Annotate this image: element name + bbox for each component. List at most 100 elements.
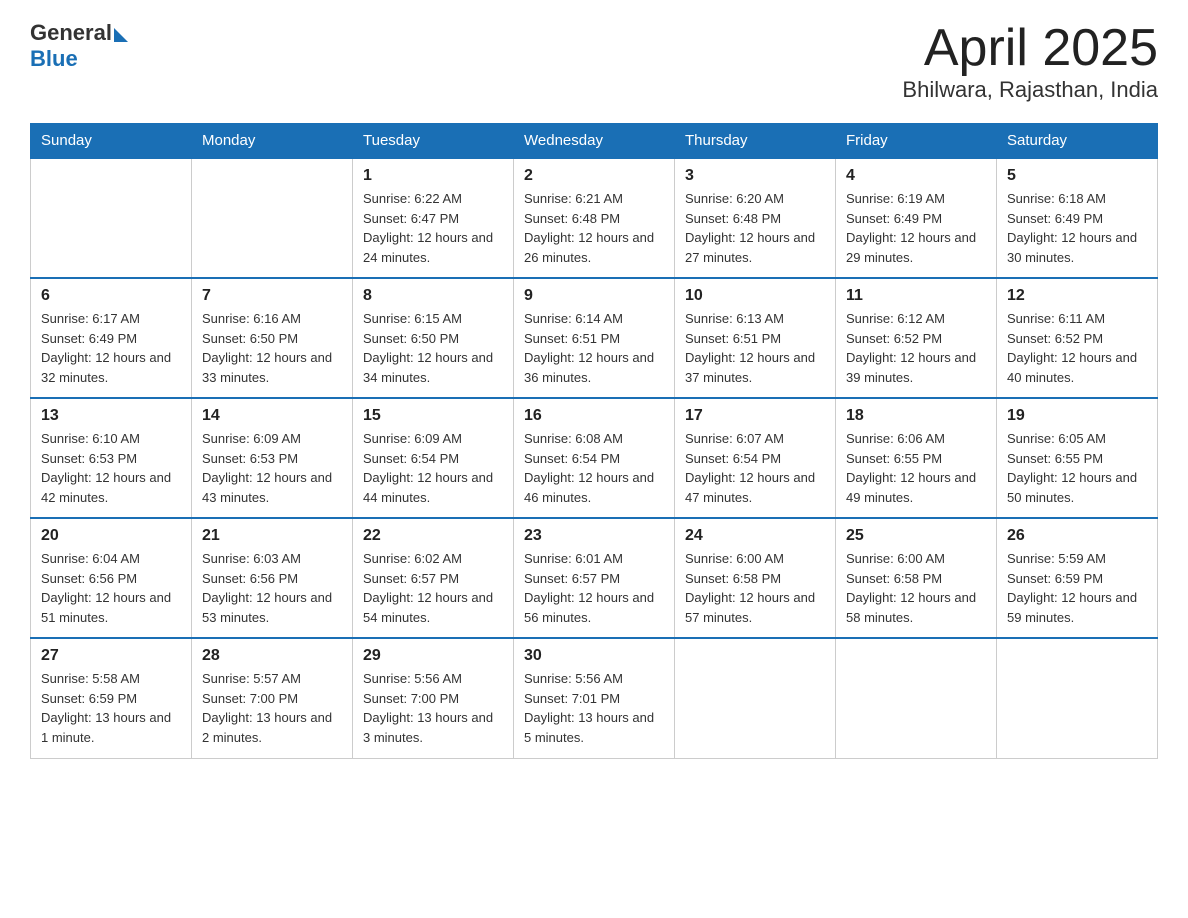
- day-info: Sunrise: 6:06 AMSunset: 6:55 PMDaylight:…: [846, 429, 986, 507]
- day-info: Sunrise: 6:12 AMSunset: 6:52 PMDaylight:…: [846, 309, 986, 387]
- table-row: [675, 638, 836, 758]
- day-number: 8: [363, 287, 503, 305]
- day-number: 16: [524, 407, 664, 425]
- day-number: 1: [363, 167, 503, 185]
- logo: General Blue: [30, 20, 128, 72]
- header-thursday: Thursday: [675, 124, 836, 159]
- table-row: 1 Sunrise: 6:22 AMSunset: 6:47 PMDaylight…: [353, 158, 514, 278]
- day-number: 24: [685, 527, 825, 545]
- location-title: Bhilwara, Rajasthan, India: [902, 77, 1158, 103]
- day-number: 28: [202, 647, 342, 665]
- day-info: Sunrise: 6:19 AMSunset: 6:49 PMDaylight:…: [846, 189, 986, 267]
- calendar-week-row: 20Sunrise: 6:04 AMSunset: 6:56 PMDayligh…: [31, 518, 1158, 638]
- day-number: 20: [41, 527, 181, 545]
- day-info: Sunrise: 6:07 AMSunset: 6:54 PMDaylight:…: [685, 429, 825, 507]
- day-info: Sunrise: 5:59 AMSunset: 6:59 PMDaylight:…: [1007, 549, 1147, 627]
- table-row: 16 Sunrise: 6:08 AMSunset: 6:54 PMDayligh…: [514, 398, 675, 518]
- calendar-table: Sunday Monday Tuesday Wednesday Thursday…: [30, 123, 1158, 759]
- page-header: General Blue April 2025 Bhilwara, Rajast…: [30, 20, 1158, 103]
- table-row: 25 Sunrise: 6:00 AMSunset: 6:58 PMDayligh…: [836, 518, 997, 638]
- table-row: 12 Sunrise: 6:11 AMSunset: 6:52 PMDayligh…: [997, 278, 1158, 398]
- day-info: Sunrise: 6:08 AMSunset: 6:54 PMDaylight:…: [524, 429, 664, 507]
- table-row: 24Sunrise: 6:00 AMSunset: 6:58 PMDayligh…: [675, 518, 836, 638]
- table-row: 21 Sunrise: 6:03 AMSunset: 6:56 PMDayligh…: [192, 518, 353, 638]
- month-title: April 2025: [902, 20, 1158, 77]
- header-monday: Monday: [192, 124, 353, 159]
- day-info: Sunrise: 6:20 AMSunset: 6:48 PMDaylight:…: [685, 189, 825, 267]
- day-number: 19: [1007, 407, 1147, 425]
- day-number: 23: [524, 527, 664, 545]
- day-number: 21: [202, 527, 342, 545]
- day-number: 4: [846, 167, 986, 185]
- day-info: Sunrise: 5:58 AMSunset: 6:59 PMDaylight:…: [41, 669, 181, 747]
- table-row: 14 Sunrise: 6:09 AMSunset: 6:53 PMDayligh…: [192, 398, 353, 518]
- day-number: 29: [363, 647, 503, 665]
- day-info: Sunrise: 5:57 AMSunset: 7:00 PMDaylight:…: [202, 669, 342, 747]
- table-row: [31, 158, 192, 278]
- table-row: 11Sunrise: 6:12 AMSunset: 6:52 PMDayligh…: [836, 278, 997, 398]
- table-row: 27 Sunrise: 5:58 AMSunset: 6:59 PMDayligh…: [31, 638, 192, 758]
- day-number: 3: [685, 167, 825, 185]
- header-sunday: Sunday: [31, 124, 192, 159]
- table-row: [836, 638, 997, 758]
- day-info: Sunrise: 6:09 AMSunset: 6:54 PMDaylight:…: [363, 429, 503, 507]
- day-info: Sunrise: 6:00 AMSunset: 6:58 PMDaylight:…: [846, 549, 986, 627]
- table-row: 17 Sunrise: 6:07 AMSunset: 6:54 PMDayligh…: [675, 398, 836, 518]
- table-row: 6Sunrise: 6:17 AMSunset: 6:49 PMDaylight…: [31, 278, 192, 398]
- day-number: 15: [363, 407, 503, 425]
- day-info: Sunrise: 6:05 AMSunset: 6:55 PMDaylight:…: [1007, 429, 1147, 507]
- table-row: 20Sunrise: 6:04 AMSunset: 6:56 PMDayligh…: [31, 518, 192, 638]
- day-number: 7: [202, 287, 342, 305]
- table-row: 8Sunrise: 6:15 AMSunset: 6:50 PMDaylight…: [353, 278, 514, 398]
- header-friday: Friday: [836, 124, 997, 159]
- table-row: 15 Sunrise: 6:09 AMSunset: 6:54 PMDayligh…: [353, 398, 514, 518]
- day-number: 10: [685, 287, 825, 305]
- day-info: Sunrise: 6:09 AMSunset: 6:53 PMDaylight:…: [202, 429, 342, 507]
- day-number: 2: [524, 167, 664, 185]
- day-info: Sunrise: 6:18 AMSunset: 6:49 PMDaylight:…: [1007, 189, 1147, 267]
- table-row: 2 Sunrise: 6:21 AMSunset: 6:48 PMDaylight…: [514, 158, 675, 278]
- table-row: 29 Sunrise: 5:56 AMSunset: 7:00 PMDayligh…: [353, 638, 514, 758]
- day-info: Sunrise: 6:02 AMSunset: 6:57 PMDaylight:…: [363, 549, 503, 627]
- logo-blue: Blue: [30, 46, 78, 72]
- table-row: 30Sunrise: 5:56 AMSunset: 7:01 PMDayligh…: [514, 638, 675, 758]
- day-number: 18: [846, 407, 986, 425]
- table-row: 4 Sunrise: 6:19 AMSunset: 6:49 PMDaylight…: [836, 158, 997, 278]
- day-info: Sunrise: 6:14 AMSunset: 6:51 PMDaylight:…: [524, 309, 664, 387]
- day-number: 6: [41, 287, 181, 305]
- day-info: Sunrise: 6:13 AMSunset: 6:51 PMDaylight:…: [685, 309, 825, 387]
- day-number: 17: [685, 407, 825, 425]
- table-row: 28 Sunrise: 5:57 AMSunset: 7:00 PMDayligh…: [192, 638, 353, 758]
- day-info: Sunrise: 6:22 AMSunset: 6:47 PMDaylight:…: [363, 189, 503, 267]
- day-info: Sunrise: 6:01 AMSunset: 6:57 PMDaylight:…: [524, 549, 664, 627]
- day-number: 27: [41, 647, 181, 665]
- day-info: Sunrise: 6:10 AMSunset: 6:53 PMDaylight:…: [41, 429, 181, 507]
- day-info: Sunrise: 6:11 AMSunset: 6:52 PMDaylight:…: [1007, 309, 1147, 387]
- table-row: 23 Sunrise: 6:01 AMSunset: 6:57 PMDayligh…: [514, 518, 675, 638]
- day-number: 12: [1007, 287, 1147, 305]
- logo-triangle-icon: [114, 28, 128, 42]
- table-row: 19 Sunrise: 6:05 AMSunset: 6:55 PMDayligh…: [997, 398, 1158, 518]
- table-row: 5 Sunrise: 6:18 AMSunset: 6:49 PMDaylight…: [997, 158, 1158, 278]
- day-info: Sunrise: 6:03 AMSunset: 6:56 PMDaylight:…: [202, 549, 342, 627]
- day-number: 5: [1007, 167, 1147, 185]
- day-number: 14: [202, 407, 342, 425]
- day-number: 9: [524, 287, 664, 305]
- calendar-week-row: 27 Sunrise: 5:58 AMSunset: 6:59 PMDayligh…: [31, 638, 1158, 758]
- day-number: 30: [524, 647, 664, 665]
- header-wednesday: Wednesday: [514, 124, 675, 159]
- day-number: 25: [846, 527, 986, 545]
- table-row: 3 Sunrise: 6:20 AMSunset: 6:48 PMDaylight…: [675, 158, 836, 278]
- title-block: April 2025 Bhilwara, Rajasthan, India: [902, 20, 1158, 103]
- header-tuesday: Tuesday: [353, 124, 514, 159]
- weekday-header-row: Sunday Monday Tuesday Wednesday Thursday…: [31, 124, 1158, 159]
- table-row: [997, 638, 1158, 758]
- header-saturday: Saturday: [997, 124, 1158, 159]
- calendar-week-row: 1 Sunrise: 6:22 AMSunset: 6:47 PMDaylight…: [31, 158, 1158, 278]
- day-number: 26: [1007, 527, 1147, 545]
- table-row: 9 Sunrise: 6:14 AMSunset: 6:51 PMDaylight…: [514, 278, 675, 398]
- day-info: Sunrise: 6:21 AMSunset: 6:48 PMDaylight:…: [524, 189, 664, 267]
- table-row: 26 Sunrise: 5:59 AMSunset: 6:59 PMDayligh…: [997, 518, 1158, 638]
- day-info: Sunrise: 5:56 AMSunset: 7:00 PMDaylight:…: [363, 669, 503, 747]
- day-number: 13: [41, 407, 181, 425]
